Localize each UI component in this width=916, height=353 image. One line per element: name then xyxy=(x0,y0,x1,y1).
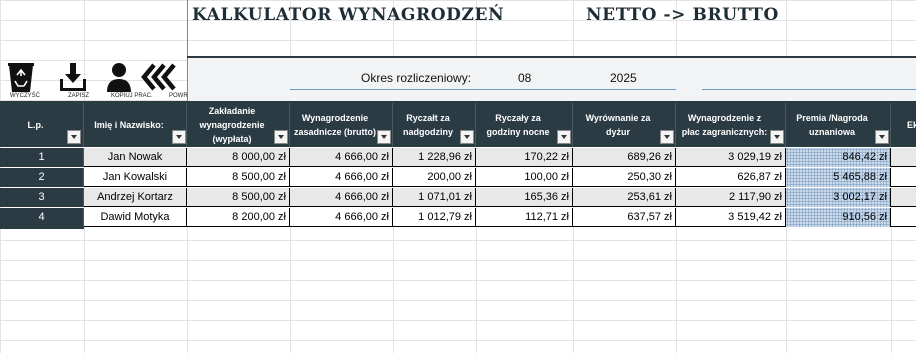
bonus-cell[interactable]: 846,42 zł xyxy=(786,148,891,167)
column-header-cut: Ek xyxy=(891,103,916,147)
target-salary-cell[interactable]: 8 500,00 zł xyxy=(187,188,290,207)
duty-cell[interactable]: 637,57 zł xyxy=(573,208,676,227)
target-salary-cell[interactable]: 8 000,00 zł xyxy=(187,148,290,167)
employee-name-cell[interactable]: Andrzej Kortarz xyxy=(84,188,187,207)
filter-dropdown-icon[interactable] xyxy=(660,130,674,144)
download-tray-icon xyxy=(60,63,86,91)
person-icon xyxy=(107,63,131,92)
calculation-mode-title: NETTO -> BRUTTO xyxy=(586,5,779,25)
save-label: ZAPISZ xyxy=(68,93,90,99)
base-salary-cell[interactable]: 4 666,00 zł xyxy=(290,168,393,187)
filter-dropdown-icon[interactable] xyxy=(557,130,571,144)
filter-dropdown-icon[interactable] xyxy=(274,130,288,144)
period-label: Okres rozliczeniowy: xyxy=(361,71,472,85)
night-hours-cell[interactable]: 165,36 zł xyxy=(476,188,573,207)
foreign-pay-cell[interactable]: 3 519,42 zł xyxy=(676,208,786,227)
base-salary-cell[interactable]: 4 666,00 zł xyxy=(290,188,393,207)
overtime-cell[interactable]: 1 071,01 zł xyxy=(393,188,476,207)
base-salary-cell[interactable]: 4 666,00 zł xyxy=(290,148,393,167)
filter-dropdown-icon[interactable] xyxy=(377,130,391,144)
header-divider xyxy=(187,0,188,102)
chevrons-left-icon xyxy=(141,63,176,91)
night-hours-cell[interactable]: 112,71 zł xyxy=(476,208,573,227)
duty-cell[interactable]: 253,61 zł xyxy=(573,188,676,207)
table-row: 3 Andrzej Kortarz 8 500,00 zł 4 666,00 z… xyxy=(0,188,916,207)
duty-cell[interactable]: 689,26 zł xyxy=(573,148,676,167)
overtime-cell[interactable]: 200,00 zł xyxy=(393,168,476,187)
toolbar-background xyxy=(187,58,916,101)
recycle-bin-icon xyxy=(8,63,34,92)
row-number: 3 xyxy=(0,188,84,207)
employee-name-cell[interactable]: Jan Nowak xyxy=(84,148,187,167)
night-hours-cell[interactable]: 100,00 zł xyxy=(476,168,573,187)
foreign-pay-cell[interactable]: 3 029,19 zł xyxy=(676,148,786,167)
row-number: 1 xyxy=(0,148,84,167)
foreign-pay-cell[interactable]: 626,87 zł xyxy=(676,168,786,187)
duty-cell[interactable]: 250,30 zł xyxy=(573,168,676,187)
period-year-field[interactable]: 2025 xyxy=(610,71,637,85)
table-row: 2 Jan Kowalski 8 500,00 zł 4 666,00 zł 2… xyxy=(0,168,916,187)
bonus-cell[interactable]: 3 002,17 zł xyxy=(786,188,891,207)
target-salary-cell[interactable]: 8 500,00 zł xyxy=(187,168,290,187)
employee-name-cell[interactable]: Dawid Motyka xyxy=(84,208,187,227)
period-underline xyxy=(290,89,676,90)
table-row: 1 Jan Nowak 8 000,00 zł 4 666,00 zł 1 22… xyxy=(0,148,916,167)
employee-name-cell[interactable]: Jan Kowalski xyxy=(84,168,187,187)
page-title: KALKULATOR WYNAGRODZEŃ xyxy=(192,5,505,25)
filter-dropdown-icon[interactable] xyxy=(770,130,784,144)
back-label: POWR xyxy=(169,93,188,99)
bonus-cell[interactable]: 5 465,88 zł xyxy=(786,168,891,187)
clear-label: WYCZYŚĆ xyxy=(10,93,40,99)
period-underline xyxy=(702,89,916,90)
filter-dropdown-icon[interactable] xyxy=(460,130,474,144)
bonus-cell[interactable]: 910,56 zł xyxy=(786,208,891,227)
back-button[interactable] xyxy=(136,60,176,100)
foreign-pay-cell[interactable]: 2 117,90 zł xyxy=(676,188,786,207)
filter-dropdown-icon[interactable] xyxy=(172,130,186,144)
row-number-column-end xyxy=(0,227,84,229)
table-row: 4 Dawid Motyka 8 200,00 zł 4 666,00 zł 1… xyxy=(0,208,916,227)
filter-dropdown-icon[interactable] xyxy=(875,130,889,144)
period-month-field[interactable]: 08 xyxy=(518,71,531,85)
base-salary-cell[interactable]: 4 666,00 zł xyxy=(290,208,393,227)
filter-dropdown-icon[interactable] xyxy=(67,130,81,144)
header-rule xyxy=(187,56,916,58)
night-hours-cell[interactable]: 170,22 zł xyxy=(476,148,573,167)
overtime-cell[interactable]: 1 228,96 zł xyxy=(393,148,476,167)
row-number: 2 xyxy=(0,168,84,187)
row-number: 4 xyxy=(0,208,84,227)
overtime-cell[interactable]: 1 012,79 zł xyxy=(393,208,476,227)
target-salary-cell[interactable]: 8 200,00 zł xyxy=(187,208,290,227)
